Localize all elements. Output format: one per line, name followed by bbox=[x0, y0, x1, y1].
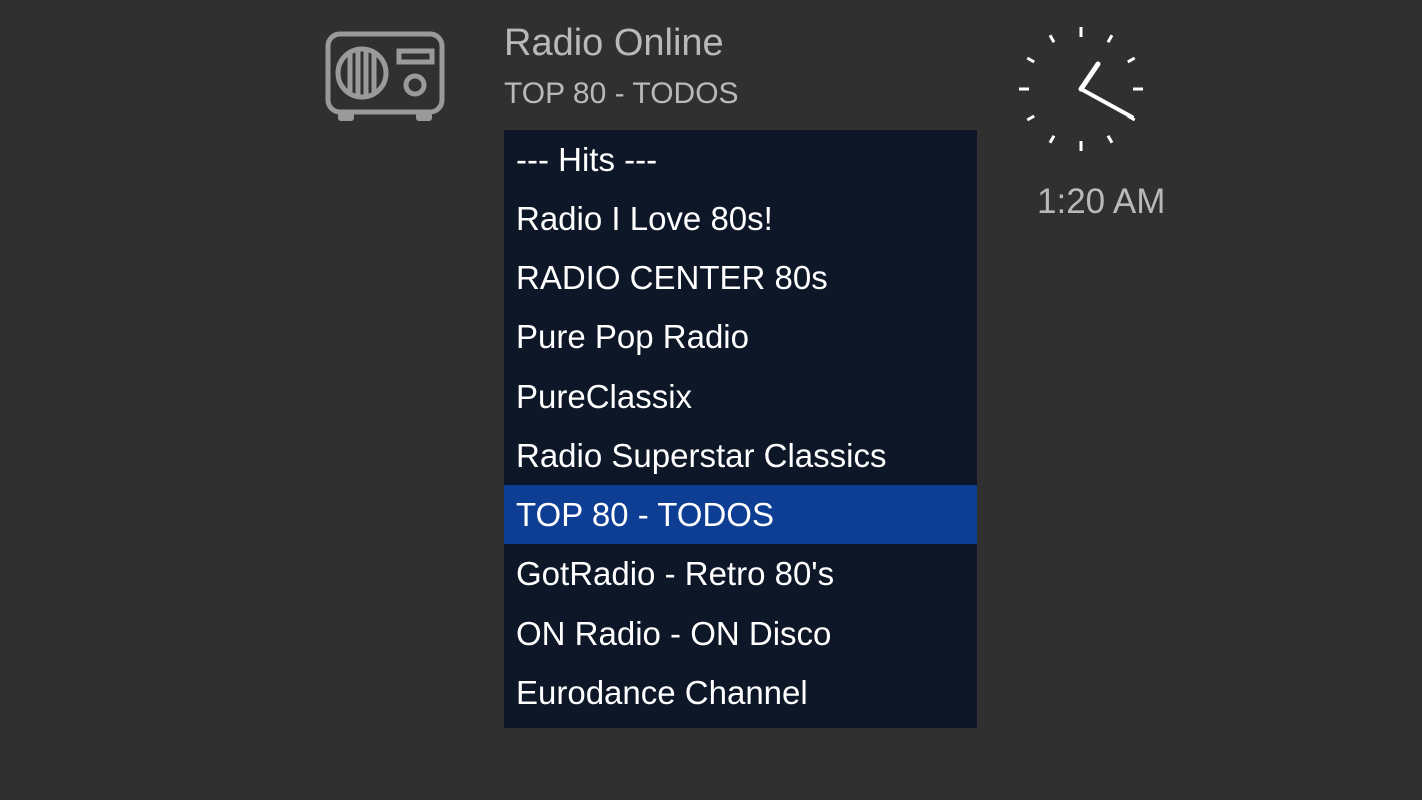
now-playing-station: TOP 80 - TODOS bbox=[504, 77, 739, 110]
station-list-item[interactable]: Eurodance Channel bbox=[504, 663, 977, 722]
app-title: Radio Online bbox=[504, 22, 724, 64]
station-list-item[interactable]: --- Hits --- bbox=[504, 130, 977, 189]
clock-time: 1:20 AM bbox=[1037, 182, 1166, 221]
radio-icon bbox=[325, 31, 445, 121]
station-list[interactable]: --- Hits --- Radio I Love 80s! RADIO CEN… bbox=[504, 130, 977, 728]
station-list-item[interactable]: Radio Superstar Classics bbox=[504, 426, 977, 485]
station-list-item[interactable]: GotRadio - Retro 80's bbox=[504, 544, 977, 603]
station-list-item[interactable]: ON Radio - ON Disco bbox=[504, 604, 977, 663]
radio-screen: Radio Online TOP 80 - TODOS --- Hits ---… bbox=[0, 0, 1422, 800]
station-list-item[interactable]: Pure Pop Radio bbox=[504, 307, 977, 366]
station-list-item[interactable]: Radio I Love 80s! bbox=[504, 189, 977, 248]
station-list-item[interactable]: RADIO CENTER 80s bbox=[504, 248, 977, 307]
station-list-item[interactable]: PureClassix bbox=[504, 367, 977, 426]
analog-clock-icon bbox=[1019, 27, 1143, 151]
station-list-item-selected[interactable]: TOP 80 - TODOS bbox=[504, 485, 977, 544]
